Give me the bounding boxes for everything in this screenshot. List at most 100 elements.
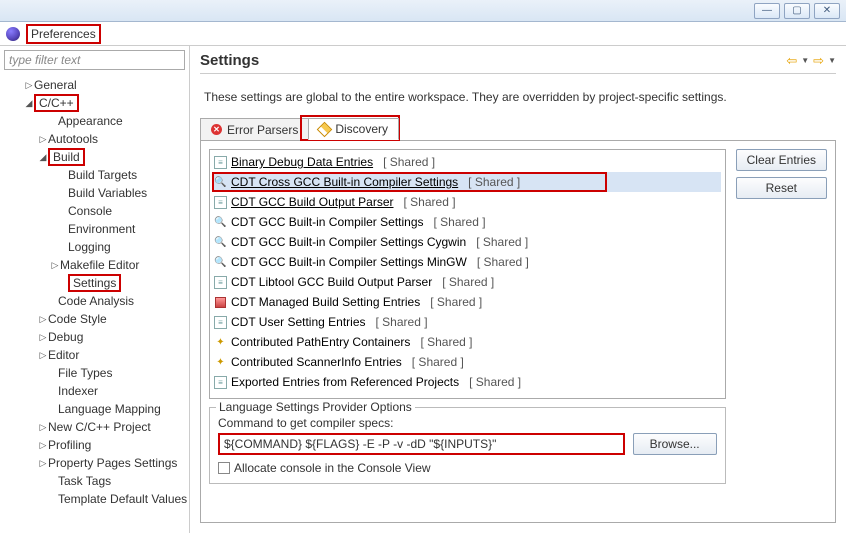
provider-row[interactable]: 🔍CDT GCC Built-in Compiler Settings Cygw… (214, 232, 721, 252)
provider-row[interactable]: 🔍CDT Cross GCC Built-in Compiler Setting… (214, 172, 721, 192)
browse-button[interactable]: Browse... (633, 433, 717, 455)
provider-listbox[interactable]: ≡Binary Debug Data Entries[ Shared ]🔍CDT… (209, 149, 726, 399)
tree-item[interactable]: Task Tags (0, 472, 189, 490)
provider-row[interactable]: 🔍CDT GCC Built-in Compiler Settings[ Sha… (214, 212, 721, 232)
shared-badge: [ Shared ] (376, 315, 428, 329)
tree-twisty-icon[interactable]: ◢ (38, 152, 48, 163)
tree-item[interactable]: ▷Makefile Editor (0, 256, 189, 274)
nav-back-icon[interactable]: ⇦ (786, 53, 797, 69)
tree-twisty-icon[interactable]: ▷ (38, 350, 48, 361)
page-title: Settings (200, 52, 259, 69)
provider-row[interactable]: ✦Contributed ScannerInfo Entries[ Shared… (214, 352, 721, 372)
tree-item[interactable]: ▷Editor (0, 346, 189, 364)
tree-item-label: Settings (68, 274, 121, 292)
provider-row[interactable]: ≡Binary Debug Data Entries[ Shared ] (214, 152, 721, 172)
eclipse-icon (6, 27, 20, 41)
tree-item-label: Indexer (58, 384, 98, 398)
provider-label: Contributed PathEntry Containers (231, 335, 410, 349)
tree-item[interactable]: Code Analysis (0, 292, 189, 310)
tree-item-label: Profiling (48, 438, 91, 452)
shared-badge: [ Shared ] (404, 195, 456, 209)
tree-item[interactable]: ▷Autotools (0, 130, 189, 148)
tree-twisty-icon[interactable]: ▷ (38, 314, 48, 325)
tree-item[interactable]: Environment (0, 220, 189, 238)
provider-label: CDT User Setting Entries (231, 315, 366, 329)
provider-row[interactable]: 🔍CDT GCC Built-in Compiler Settings MinG… (214, 252, 721, 272)
reset-button[interactable]: Reset (736, 177, 827, 199)
shared-badge: [ Shared ] (442, 275, 494, 289)
tab-discovery[interactable]: Discovery (308, 118, 399, 140)
preferences-tree[interactable]: ▷General◢C/C++Appearance▷Autotools◢Build… (0, 74, 189, 533)
tree-item[interactable]: ▷Property Pages Settings (0, 454, 189, 472)
shared-badge: [ Shared ] (434, 215, 486, 229)
tree-item[interactable]: Language Mapping (0, 400, 189, 418)
provider-row[interactable]: ≡CDT GCC Build Output Parser[ Shared ] (214, 192, 721, 212)
tree-item[interactable]: ▷Debug (0, 328, 189, 346)
provider-row[interactable]: ✦Contributed PathEntry Containers[ Share… (214, 332, 721, 352)
tree-twisty-icon[interactable]: ▷ (38, 440, 48, 451)
minimize-button[interactable]: — (754, 3, 780, 19)
provider-label: CDT Managed Build Setting Entries (231, 295, 420, 309)
tab-error-parsers[interactable]: ✕ Error Parsers (200, 118, 309, 140)
tree-item-label: Build (48, 148, 85, 166)
tree-item[interactable]: Logging (0, 238, 189, 256)
nav-fwd-icon[interactable]: ⇨ (813, 53, 824, 69)
tree-item[interactable]: ▷Profiling (0, 436, 189, 454)
nav-fwd-menu-icon[interactable]: ▼ (828, 56, 836, 65)
tree-item-label: Code Analysis (58, 294, 134, 308)
tree-item[interactable]: Console (0, 202, 189, 220)
tree-item[interactable]: File Types (0, 364, 189, 382)
provider-row[interactable]: CDT Managed Build Setting Entries[ Share… (214, 292, 721, 312)
provider-row[interactable]: ≡CDT User Setting Entries[ Shared ] (214, 312, 721, 332)
tree-twisty-icon[interactable]: ◢ (24, 98, 34, 109)
tree-item[interactable]: ◢C/C++ (0, 94, 189, 112)
tree-twisty-icon[interactable]: ▷ (38, 458, 48, 469)
tree-item-label: Task Tags (58, 474, 111, 488)
command-input[interactable]: ${COMMAND} ${FLAGS} -E -P -v -dD "${INPU… (218, 433, 625, 455)
tree-item[interactable]: ▷Code Style (0, 310, 189, 328)
tree-item-label: Environment (68, 222, 135, 236)
tree-twisty-icon[interactable]: ▷ (38, 134, 48, 145)
shared-badge: [ Shared ] (476, 235, 528, 249)
provider-row[interactable]: ≡Exported Entries from Referenced Projec… (214, 372, 721, 392)
close-button[interactable]: ✕ (814, 3, 840, 19)
discovery-icon (317, 121, 333, 137)
tab-bar: ✕ Error Parsers Discovery (200, 118, 836, 141)
tree-item[interactable]: Appearance (0, 112, 189, 130)
shared-badge: [ Shared ] (412, 355, 464, 369)
maximize-button[interactable]: ▢ (784, 3, 810, 19)
nav-back-menu-icon[interactable]: ▼ (801, 56, 809, 65)
tree-twisty-icon[interactable]: ▷ (50, 260, 60, 271)
allocate-console-checkbox[interactable] (218, 462, 230, 474)
tree-item[interactable]: Build Targets (0, 166, 189, 184)
tree-item[interactable]: Build Variables (0, 184, 189, 202)
provider-row[interactable]: ≡CDT Libtool GCC Build Output Parser[ Sh… (214, 272, 721, 292)
provider-options-group: Language Settings Provider Options Comma… (209, 407, 726, 484)
tree-item-label: Build Variables (68, 186, 147, 200)
tree-item-label: Autotools (48, 132, 98, 146)
group-legend: Language Settings Provider Options (216, 400, 415, 414)
tree-twisty-icon[interactable]: ▷ (38, 422, 48, 433)
tree-item[interactable]: ◢Build (0, 148, 189, 166)
tree-item[interactable]: Indexer (0, 382, 189, 400)
shared-badge: [ Shared ] (477, 255, 529, 269)
tree-item-label: Editor (48, 348, 79, 362)
shared-badge: [ Shared ] (469, 375, 521, 389)
tree-twisty-icon[interactable]: ▷ (24, 80, 34, 91)
tree-item-label: Template Default Values (58, 492, 187, 506)
tree-item[interactable]: Template Default Values (0, 490, 189, 508)
allocate-console-label: Allocate console in the Console View (234, 461, 431, 475)
provider-label: CDT GCC Built-in Compiler Settings MinGW (231, 255, 467, 269)
tree-item-label: Appearance (58, 114, 123, 128)
tree-item[interactable]: ▷General (0, 76, 189, 94)
provider-label: CDT Cross GCC Built-in Compiler Settings (231, 175, 458, 189)
provider-label: CDT GCC Built-in Compiler Settings Cygwi… (231, 235, 466, 249)
tree-item-label: Debug (48, 330, 83, 344)
tree-item-label: Language Mapping (58, 402, 161, 416)
filter-input[interactable]: type filter text (4, 50, 185, 70)
tree-twisty-icon[interactable]: ▷ (38, 332, 48, 343)
tree-item[interactable]: ▷New C/C++ Project (0, 418, 189, 436)
tree-item-label: Makefile Editor (60, 258, 139, 272)
tree-item[interactable]: Settings (0, 274, 189, 292)
clear-entries-button[interactable]: Clear Entries (736, 149, 827, 171)
